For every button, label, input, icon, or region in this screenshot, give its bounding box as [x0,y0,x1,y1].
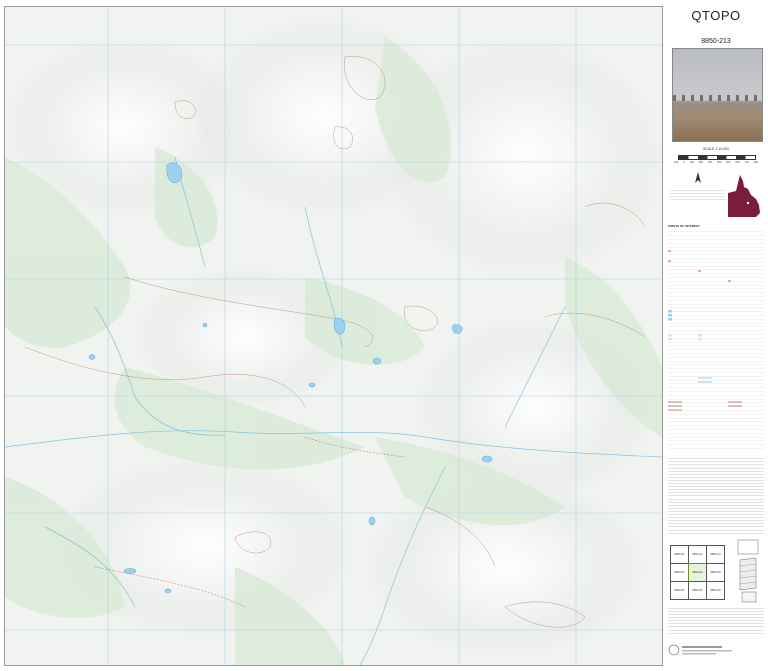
adjoining-sheets-index: 8850-211 8850-212 8850-213 8850-221 8850… [670,545,726,602]
scale-tick: 100 [674,161,679,164]
adjoining-sheet: 8850-223 [706,563,725,582]
legend [668,230,764,452]
scale-ticks: 100 0 100 200 300 400 500 600 700 800 [674,161,758,164]
adjoining-sheet: 8850-213 [706,545,725,564]
current-sheet: 8850-222 [688,563,707,582]
adjoining-sheet: 8850-212 [688,545,707,564]
treeline [673,95,762,101]
legend-symbols [668,250,742,411]
sheet-number: 8850-213 [701,38,731,45]
north-arrow-icon [694,172,701,183]
attribution-text [668,608,764,636]
scale-tick: 500 [726,161,731,164]
scale-tick: 300 [707,161,713,164]
legend-heading: POINTS OF INTEREST [668,224,700,228]
adjoining-sheet: 8850-231 [670,581,689,600]
adjoining-sheet: 8850-232 [688,581,707,600]
folded-map-icon [737,539,759,603]
cover-photo [672,48,763,142]
scale-tick: 200 [698,161,703,164]
government-logo-icon [668,644,732,656]
map-sheet: QTOPO 8850-213 SCALE 1:10,000 100 0 100 … [0,0,768,671]
scale-bar [678,155,756,160]
queensland-locator-icon [728,175,760,217]
scale-tick: 700 [744,161,749,164]
adjoining-sheet: 8850-233 [706,581,725,600]
adjoining-sheet: 8850-221 [670,563,689,582]
scale-tick: 600 [735,161,740,164]
scale-tick: 800 [753,161,758,164]
scale-tick: 0 [683,161,685,164]
scale-label: SCALE 1:10,000 [702,147,730,151]
map-frame[interactable] [4,6,663,666]
topographic-map[interactable] [5,7,662,665]
scale-tick: 100 [689,161,694,164]
projection-text-block [670,188,725,202]
scale-tick: 400 [716,161,722,164]
projection-notes [670,172,725,202]
info-panel: QTOPO 8850-213 SCALE 1:10,000 100 0 100 … [666,0,766,671]
map-title: QTOPO [691,8,741,23]
adjoining-sheet: 8850-211 [670,545,689,564]
disclaimer-text [668,456,764,536]
